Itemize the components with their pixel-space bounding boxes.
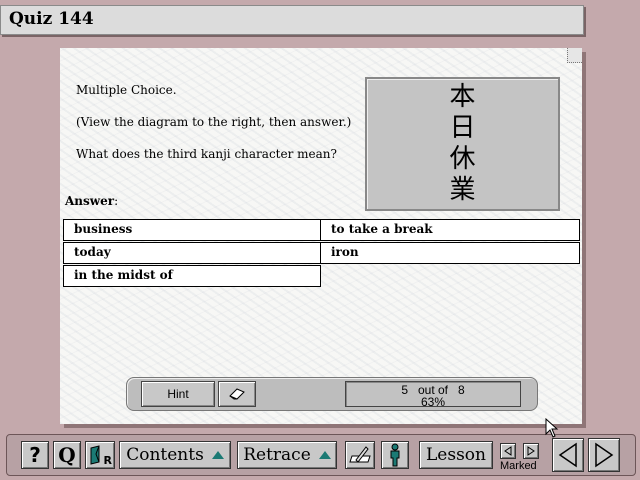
triangle-up-icon [318, 451, 331, 459]
mouse-cursor-icon [545, 418, 559, 438]
person-button[interactable] [381, 441, 409, 469]
question-prompt: What does the third kanji character mean… [76, 147, 337, 161]
hint-button[interactable]: Hint [141, 381, 215, 407]
question-type: Multiple Choice. [76, 83, 177, 97]
kanji-character: 本 [449, 82, 476, 112]
quiz-status-bar: Hint 5 out of 8 63% [126, 377, 538, 411]
contents-label: Contents [126, 445, 204, 465]
notes-button[interactable] [345, 441, 375, 469]
marked-label: Marked [500, 460, 537, 472]
marked-next-button[interactable] [523, 443, 539, 459]
question-instruction: (View the diagram to the right, then ans… [76, 115, 352, 129]
answer-option-business[interactable]: business [63, 219, 321, 241]
retrace-button[interactable]: Retrace [237, 441, 337, 469]
help-button[interactable]: ? [21, 441, 49, 469]
person-icon [390, 443, 400, 467]
answer-option-iron[interactable]: iron [320, 242, 580, 264]
lesson-label: Lesson [426, 445, 486, 465]
contents-button[interactable]: Contents [119, 441, 231, 469]
arrow-left-icon [558, 442, 577, 468]
score-display: 5 out of 8 63% [345, 381, 521, 409]
page-back-button[interactable] [552, 438, 584, 472]
answer-option-take-break[interactable]: to take a break [320, 219, 580, 241]
quiz-q-icon: Q [58, 443, 76, 467]
eraser-icon [229, 388, 245, 400]
bottom-toolbar: ? Q R Contents Retrace Lesson Marked [6, 434, 636, 476]
kanji-character: 休 [449, 144, 476, 174]
reader-button[interactable]: R [85, 441, 115, 469]
triangle-right-icon [527, 446, 535, 456]
lesson-button[interactable]: Lesson [419, 441, 493, 469]
page-fold-corner [567, 48, 582, 63]
triangle-up-icon [211, 451, 224, 459]
retrace-label: Retrace [243, 445, 311, 465]
page-forward-button[interactable] [588, 438, 620, 472]
answer-option-midst[interactable]: in the midst of [63, 265, 321, 287]
quiz-button[interactable]: Q [53, 441, 81, 469]
title-bar: Quiz 144 [0, 5, 584, 35]
arrow-right-icon [595, 442, 614, 468]
window-title: Quiz 144 [9, 9, 94, 29]
kanji-character: 日 [449, 113, 476, 143]
eraser-button[interactable] [218, 381, 256, 407]
marked-prev-button[interactable] [500, 443, 516, 459]
pen-paper-icon [349, 446, 371, 463]
triangle-left-icon [504, 446, 512, 456]
kanji-diagram: 本 日 休 業 [365, 77, 560, 211]
quiz-panel: Multiple Choice. (View the diagram to th… [60, 48, 582, 424]
help-icon: ? [29, 443, 41, 467]
reader-letter: R [103, 454, 112, 467]
answer-label: Answer: [65, 194, 119, 208]
answer-option-today[interactable]: today [63, 242, 321, 264]
score-percent: 63% [420, 395, 446, 409]
kanji-character: 業 [449, 175, 476, 205]
